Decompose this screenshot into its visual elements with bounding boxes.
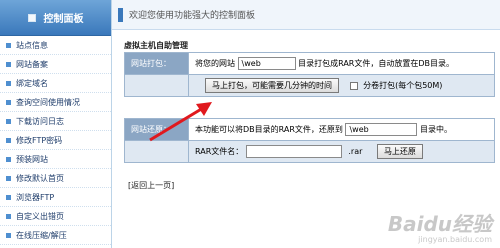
- sidebar-item-default-page[interactable]: 修改默认首页: [0, 169, 111, 188]
- sidebar-item-preinstall-site[interactable]: 预装网站: [0, 150, 111, 169]
- restore-prefix: 本功能可以将DB目录的RAR文件，还原到: [195, 125, 343, 134]
- bullet-icon: [6, 175, 11, 181]
- bullet-icon: [6, 61, 11, 67]
- watermark-url: jingyan.baidu.com: [418, 235, 492, 244]
- pack-form: 网站打包： 将您的网站 \web 目录打包成RAR文件，自动放置在DB目录。 马…: [124, 52, 495, 97]
- bullet-icon: [6, 80, 11, 86]
- sidebar: 控制面板 站点信息 网站备案 绑定域名 查询空间使用情况 下载访问日志 修改FT…: [0, 0, 112, 248]
- pack-label: 网站打包：: [124, 52, 189, 75]
- pack-actions: 马上打包，可能需要几分钟的时间 分卷打包(每个包50M): [188, 74, 495, 97]
- rar-filename-input[interactable]: [245, 145, 342, 158]
- watermark: Baidu经验 jingyan.baidu.com: [388, 208, 492, 244]
- pack-prefix: 将您的网站: [195, 59, 235, 68]
- restore-form: 网站还原： 本功能可以将DB目录的RAR文件，还原到 \web 目录中。 RAR…: [124, 118, 495, 163]
- sidebar-item-error-page[interactable]: 自定义出错页: [0, 207, 111, 226]
- sidebar-header: 控制面板: [0, 0, 111, 36]
- bullet-icon: [6, 42, 11, 48]
- sidebar-menu: 站点信息 网站备案 绑定域名 查询空间使用情况 下载访问日志 修改FTP密码 预…: [0, 36, 111, 245]
- bullet-icon: [6, 213, 11, 219]
- bullet-icon: [6, 156, 11, 162]
- top-bar: 欢迎您使用功能强大的控制面板: [112, 0, 500, 30]
- sidebar-item-browser-ftp[interactable]: 浏览器FTP: [0, 188, 111, 207]
- sidebar-item-compress[interactable]: 在线压缩/解压: [0, 226, 111, 245]
- restore-label: 网站还原：: [124, 118, 189, 141]
- sidebar-item-ftp-password[interactable]: 修改FTP密码: [0, 131, 111, 150]
- sidebar-item-icp-record[interactable]: 网站备案: [0, 55, 111, 74]
- sidebar-item-site-info[interactable]: 站点信息: [0, 36, 111, 55]
- restore-actions: RAR文件名： .rar 马上还原: [188, 140, 495, 163]
- panel-icon: [27, 13, 36, 22]
- restore-row: 本功能可以将DB目录的RAR文件，还原到 \web 目录中。: [188, 118, 495, 141]
- restore-dir-input[interactable]: \web: [345, 123, 418, 136]
- split-pack-checkbox[interactable]: [349, 81, 358, 90]
- section-title: 虚拟主机自助管理: [124, 41, 188, 50]
- sidebar-item-bind-domain[interactable]: 绑定域名: [0, 74, 111, 93]
- pack-dir-input[interactable]: \web: [237, 57, 296, 70]
- sidebar-item-download-logs[interactable]: 下载访问日志: [0, 112, 111, 131]
- restore-now-button[interactable]: 马上还原: [376, 144, 423, 159]
- split-pack-label: 分卷打包(每个包50M): [363, 81, 443, 90]
- restore-suffix: 目录中。: [420, 125, 453, 134]
- watermark-brand: Baidu经验: [387, 212, 492, 236]
- welcome-text: 欢迎您使用功能强大的控制面板: [129, 11, 256, 21]
- rar-filename-label: RAR文件名：: [195, 147, 244, 156]
- pack-suffix: 目录打包成RAR文件，自动放置在DB目录。: [298, 59, 455, 68]
- pack-spacer: [124, 74, 189, 97]
- bullet-icon: [6, 137, 11, 143]
- sidebar-title: 控制面板: [43, 14, 84, 25]
- sidebar-item-space-usage[interactable]: 查询空间使用情况: [0, 93, 111, 112]
- title-marker-icon: [118, 7, 123, 22]
- bullet-icon: [6, 118, 11, 124]
- restore-spacer: [124, 140, 189, 163]
- bullet-icon: [6, 194, 11, 200]
- back-link[interactable]: [返回上一页]: [128, 180, 174, 191]
- bullet-icon: [6, 99, 11, 105]
- rar-extension: .rar: [348, 147, 363, 156]
- bullet-icon: [6, 232, 11, 238]
- pack-row: 将您的网站 \web 目录打包成RAR文件，自动放置在DB目录。: [188, 52, 495, 75]
- pack-now-button[interactable]: 马上打包，可能需要几分钟的时间: [205, 78, 339, 93]
